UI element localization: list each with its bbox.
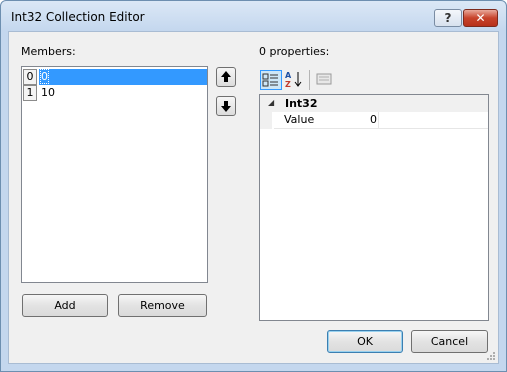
collection-editor-window: Int32 Collection Editor ? ✕ Members: 0 0…	[0, 0, 507, 372]
remove-button-label: Remove	[140, 299, 185, 312]
property-row[interactable]: Value 0	[260, 112, 488, 129]
move-up-button[interactable]	[216, 67, 236, 87]
alphabetical-sort-icon: A Z	[285, 71, 302, 89]
remove-button[interactable]: Remove	[118, 294, 207, 317]
arrow-down-icon	[221, 101, 231, 112]
dialog-client-area: Members: 0 0 1 10 0 properties: A Z ◢ In…	[8, 31, 499, 364]
member-index: 0	[23, 69, 37, 85]
member-index: 1	[23, 85, 37, 101]
member-item[interactable]: 1 10	[23, 85, 207, 101]
window-title: Int32 Collection Editor	[11, 10, 145, 24]
property-pages-icon	[316, 73, 332, 85]
add-button-label: Add	[54, 299, 76, 312]
property-gutter	[260, 112, 272, 129]
add-button[interactable]: Add	[22, 294, 108, 317]
ok-button[interactable]: OK	[327, 330, 403, 353]
member-value: 0	[39, 69, 207, 85]
help-icon: ?	[444, 11, 452, 25]
members-list[interactable]: 0 0 1 10	[21, 66, 208, 283]
member-item[interactable]: 0 0	[23, 69, 207, 85]
alphabetical-button[interactable]: A Z	[284, 70, 306, 90]
toolbar-separator	[309, 70, 310, 90]
categorized-button[interactable]	[260, 70, 282, 90]
help-button[interactable]: ?	[434, 9, 462, 27]
close-icon: ✕	[475, 11, 486, 25]
property-category[interactable]: ◢ Int32	[260, 95, 488, 112]
title-bar[interactable]: Int32 Collection Editor ? ✕	[1, 1, 506, 31]
resize-grip-icon[interactable]	[486, 351, 496, 361]
cancel-button[interactable]: Cancel	[411, 330, 488, 353]
member-value: 10	[41, 86, 55, 99]
ok-button-label: OK	[357, 335, 373, 348]
close-button[interactable]: ✕	[463, 9, 498, 27]
arrow-up-icon	[221, 71, 231, 82]
categorized-icon	[262, 73, 278, 87]
property-name: Value	[274, 112, 379, 129]
members-label: Members:	[21, 45, 76, 58]
category-name: Int32	[285, 97, 318, 110]
properties-label: 0 properties:	[259, 45, 330, 58]
property-pages-button[interactable]	[314, 70, 336, 90]
move-down-button[interactable]	[216, 96, 236, 116]
svg-text:Z: Z	[285, 80, 291, 88]
cancel-button-label: Cancel	[430, 335, 469, 348]
collapse-triangle-icon[interactable]: ◢	[268, 98, 274, 107]
svg-text:A: A	[285, 71, 292, 80]
property-value[interactable]: 0	[368, 112, 488, 129]
property-grid[interactable]: ◢ Int32 Value 0	[259, 94, 489, 321]
